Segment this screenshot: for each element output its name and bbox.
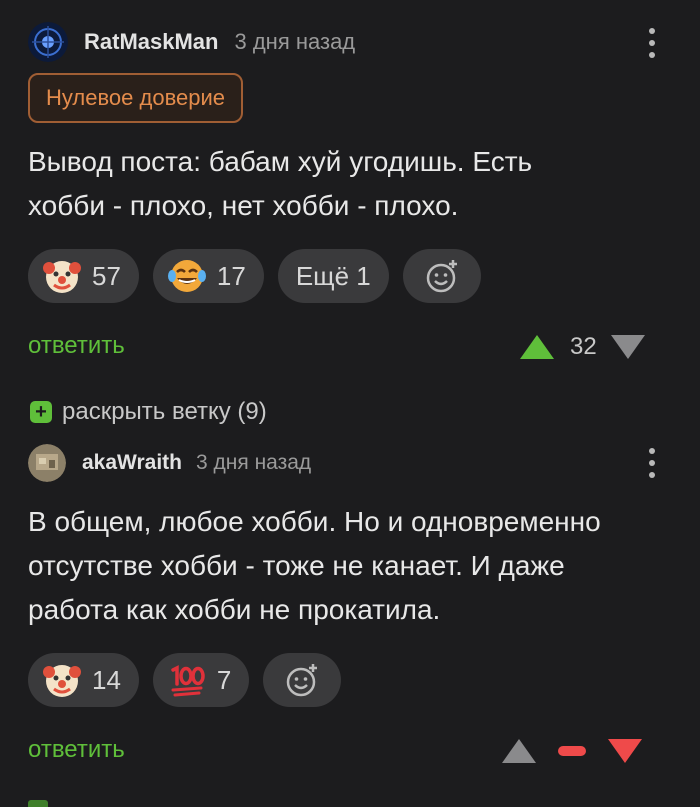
reaction-clown[interactable]: 14 [28, 653, 139, 707]
next-comment-edge [28, 800, 48, 807]
reactions-bar: 57 17 Ещё 1 [28, 249, 481, 303]
comment-header: akaWraith 3 дня назад [28, 444, 311, 482]
comment-time: 3 дня назад [196, 451, 312, 474]
downvote-icon[interactable] [608, 739, 642, 763]
comment-header: RatMaskMan 3 дня назад [28, 22, 355, 62]
author-name[interactable]: akaWraith [82, 451, 182, 475]
comment-time: 3 дня назад [234, 29, 356, 54]
score: 32 [570, 333, 597, 360]
author-name[interactable]: RatMaskMan [84, 29, 218, 55]
reaction-clown[interactable]: 57 [28, 249, 139, 303]
more-reactions-button[interactable]: Ещё 1 [277, 249, 389, 303]
reaction-count: 57 [92, 260, 121, 291]
upvote-icon[interactable] [520, 335, 554, 359]
hundred-points-icon [171, 665, 205, 697]
avatar[interactable] [28, 444, 66, 482]
comment-text: Вывод поста: бабам хуй угодишь. Есть хоб… [28, 146, 533, 221]
more-options-icon[interactable] [648, 448, 656, 478]
add-reaction-button[interactable] [402, 249, 481, 303]
reaction-count: 7 [216, 664, 232, 695]
user-badge: Нулевое доверие [28, 73, 244, 123]
expand-thread-label: раскрыть ветку (9) [62, 398, 267, 425]
upvote-icon[interactable] [502, 739, 536, 763]
reaction-count: 17 [216, 260, 246, 291]
clown-face-icon [43, 261, 81, 293]
comment-text: В общем, любое хобби. Но и одновременно … [28, 506, 601, 625]
clown-face-icon [43, 665, 81, 697]
reaction-laughing[interactable]: 17 [152, 249, 264, 303]
downvote-icon[interactable] [610, 335, 645, 359]
reaction-hundred[interactable]: 7 [152, 653, 250, 707]
comments-page: RatMaskMan 3 дня назад Нулевое доверие В… [0, 0, 700, 807]
expand-thread-button[interactable]: + раскрыть ветку (9) [30, 398, 267, 426]
add-emoji-icon [287, 664, 318, 697]
vote-controls: 32 [520, 333, 645, 361]
avatar[interactable] [28, 22, 68, 62]
reactions-bar: 14 7 [28, 653, 342, 707]
laughing-tears-face-icon [167, 260, 206, 292]
add-reaction-button[interactable] [263, 653, 342, 707]
reaction-count: 14 [92, 664, 121, 695]
reply-button[interactable]: ответить [28, 332, 125, 360]
more-options-icon[interactable] [648, 28, 656, 58]
add-emoji-icon [426, 260, 457, 293]
plus-icon: + [30, 401, 52, 423]
reply-button[interactable]: ответить [28, 736, 125, 764]
vote-controls [502, 739, 642, 763]
negative-score-indicator [558, 746, 586, 756]
